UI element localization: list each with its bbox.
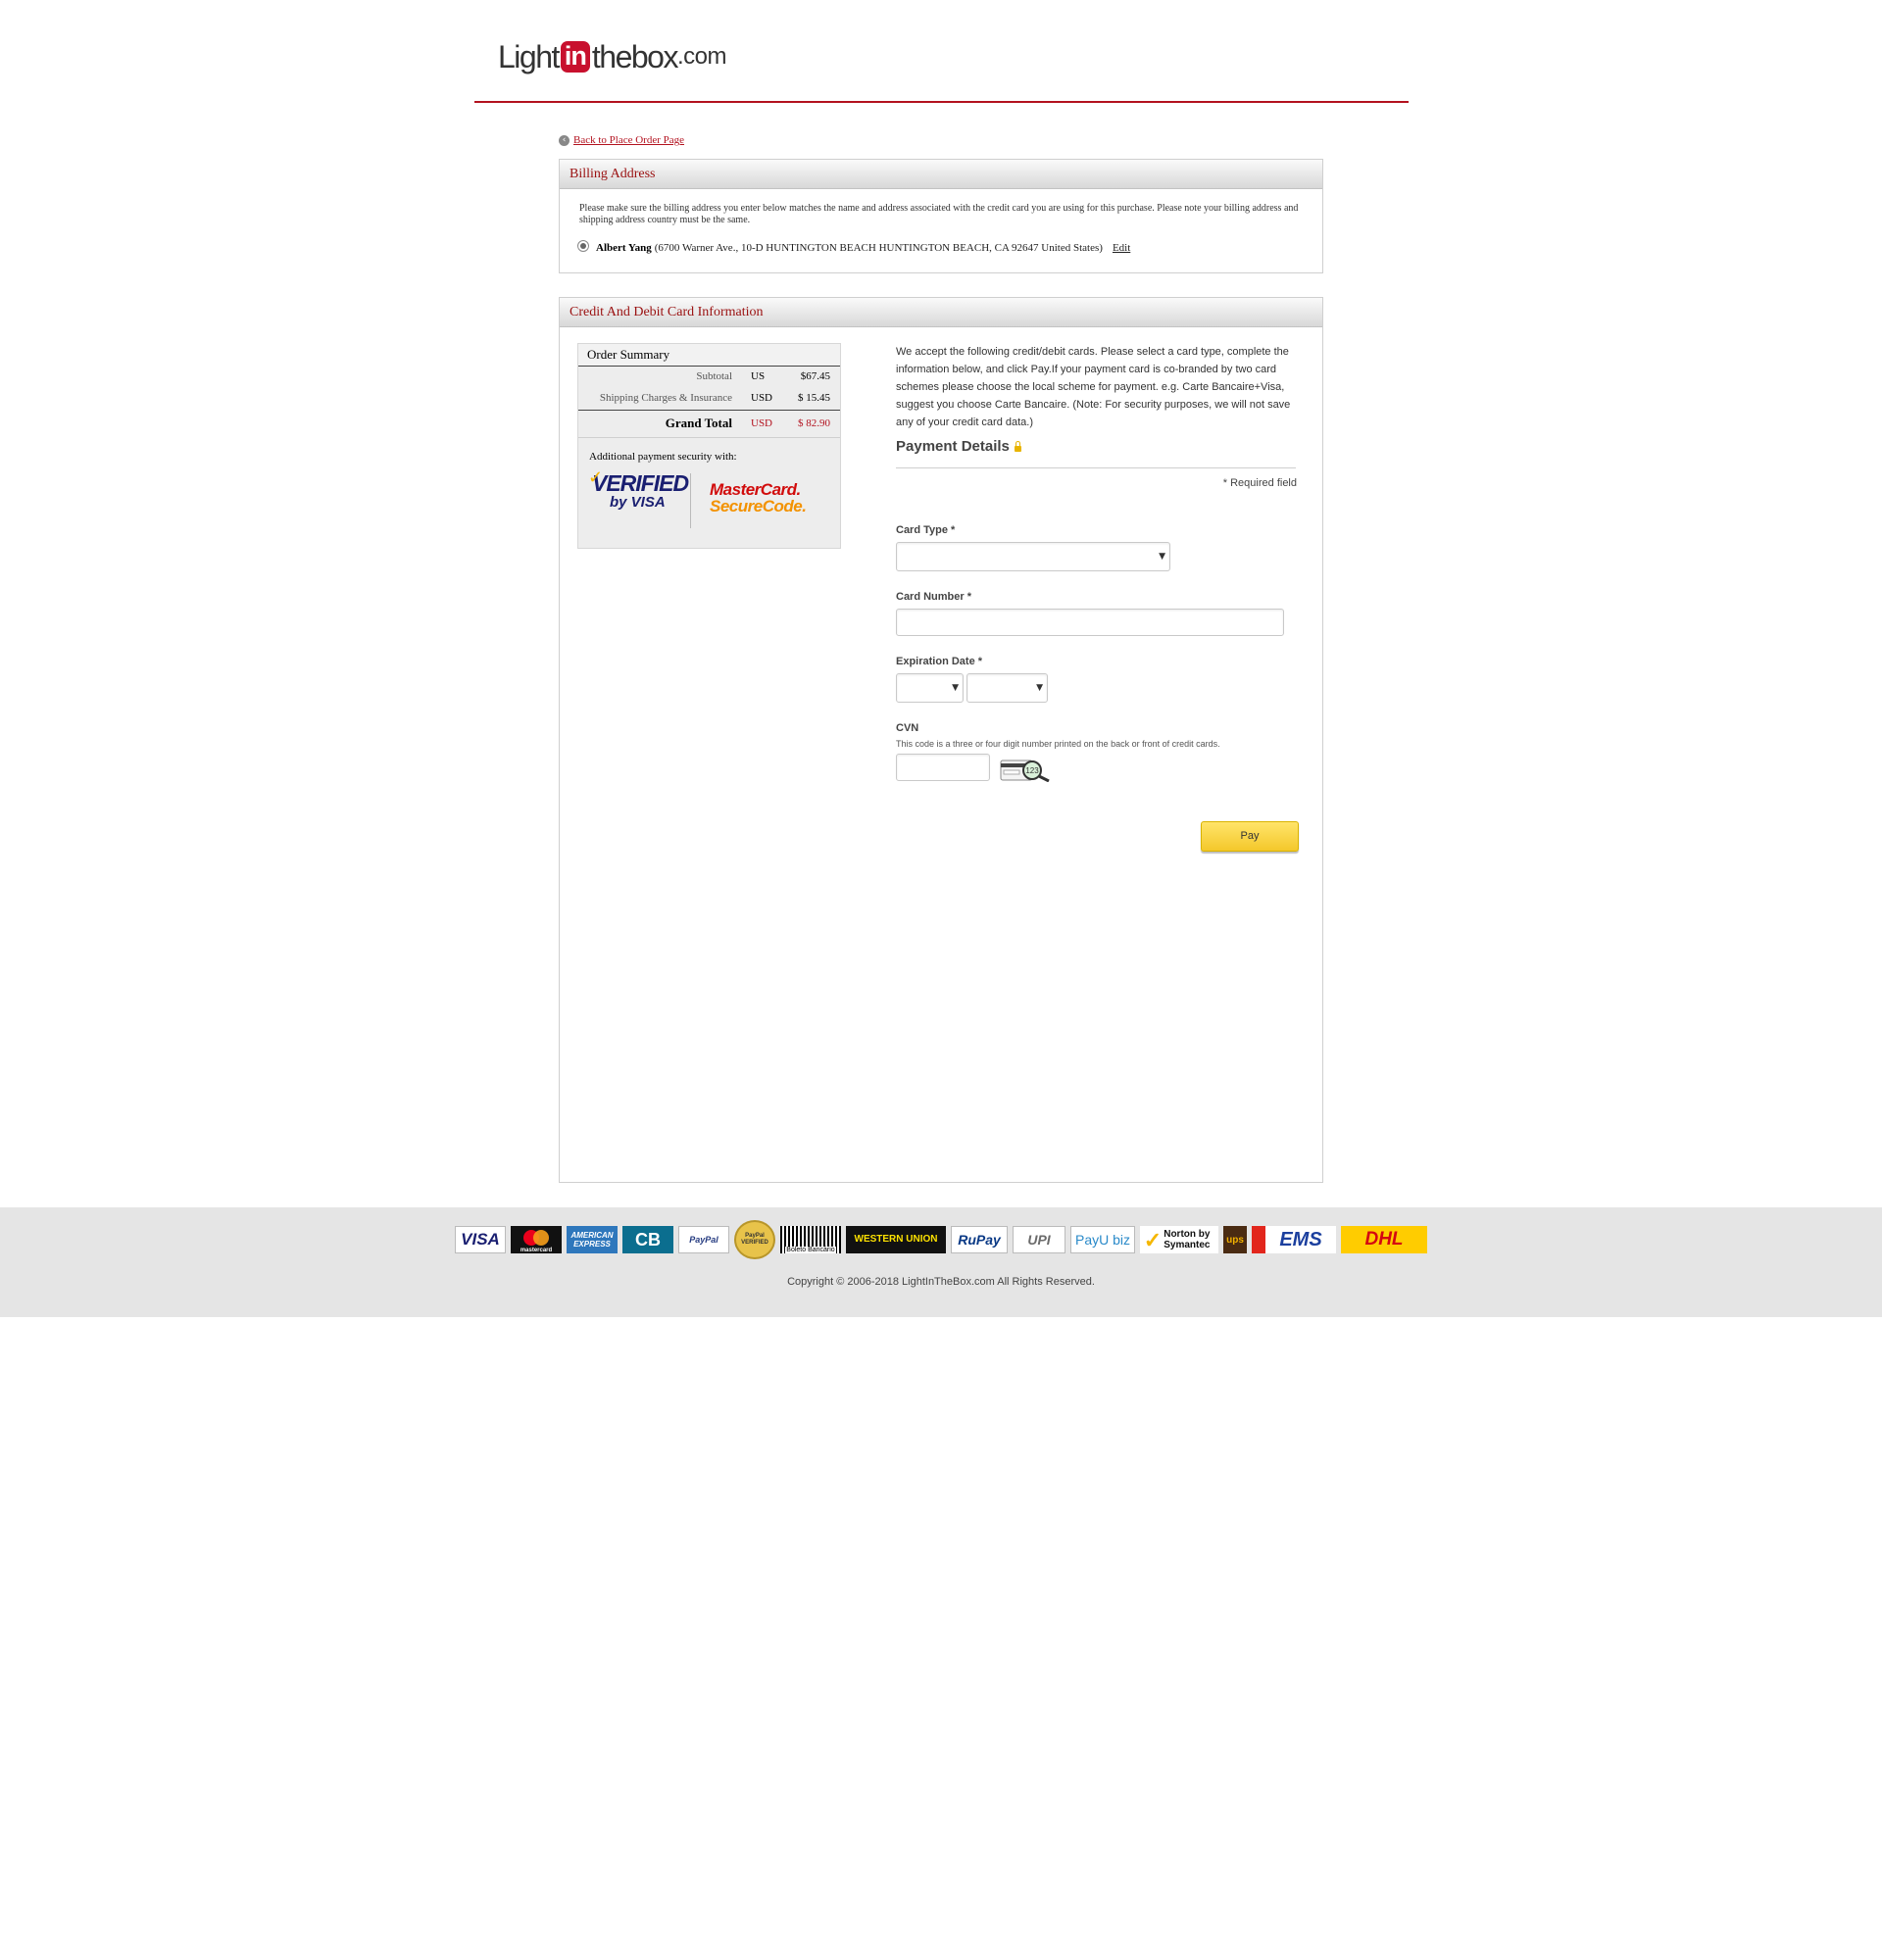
order-summary-title: Order Summary: [578, 344, 840, 367]
expiration-date-label: Expiration Date *: [896, 656, 983, 667]
chevron-down-icon: ▼: [952, 683, 959, 693]
footer: VISA mastercard AMERICAN EXPRESS CB PayP…: [0, 1207, 1882, 1317]
visa-logo: VISA: [455, 1226, 506, 1253]
payment-details-title: Payment Details: [896, 438, 1010, 455]
logo-text-light: Light: [498, 38, 560, 74]
payment-divider: [896, 467, 1296, 468]
payment-intro: We accept the following credit/debit car…: [896, 346, 1291, 428]
boleto-logo: Boleto Bancário: [780, 1226, 841, 1253]
shipping-value: $ 15.45: [798, 392, 830, 404]
cb-logo: CB: [622, 1226, 673, 1253]
lock-icon: [1014, 441, 1021, 452]
grand-total-label: Grand Total: [665, 416, 732, 430]
pay-button[interactable]: Pay: [1201, 821, 1299, 852]
billing-address-radio[interactable]: [577, 240, 589, 252]
grand-total-currency: USD: [751, 417, 773, 429]
billing-address-option: Albert Yang (6700 Warner Ave., 10-D HUNT…: [577, 240, 1130, 254]
ems-logo: EMS: [1252, 1226, 1336, 1253]
logo-separator: [690, 473, 691, 528]
norton-logo: ✓ Norton by Symantec: [1140, 1226, 1218, 1253]
subtotal-row: Subtotal US $67.45: [578, 370, 840, 390]
card-number-input[interactable]: [896, 609, 1284, 636]
cvn-icon-text: 123: [1025, 766, 1039, 775]
logo-text-in: in: [560, 41, 590, 73]
boleto-text: Boleto Bancário: [785, 1247, 836, 1253]
cvn-help-text: This code is a three or four digit numbe…: [896, 739, 1220, 749]
subtotal-currency: US: [751, 370, 766, 382]
shipping-currency: USD: [751, 392, 773, 404]
expiration-year-select[interactable]: ▼: [966, 673, 1048, 703]
billing-address-text: (6700 Warner Ave., 10-D HUNTINGTON BEACH…: [654, 242, 1103, 254]
card-number-label: Card Number *: [896, 591, 972, 603]
copyright-text: Copyright © 2006-2018 LightInTheBox.com …: [787, 1276, 1095, 1288]
mastercard-text: mastercard: [520, 1248, 553, 1253]
edit-address-link[interactable]: Edit: [1113, 242, 1130, 254]
subtotal-value: $67.45: [800, 370, 830, 382]
billing-address-title: Billing Address: [560, 160, 1322, 189]
dhl-logo: DHL: [1341, 1226, 1427, 1253]
site-logo[interactable]: Light in the box .com: [498, 29, 726, 84]
upi-logo: UPI: [1013, 1226, 1065, 1253]
logo-text-box: box: [630, 38, 679, 74]
shipping-row: Shipping Charges & Insurance USD $ 15.45: [578, 392, 840, 412]
logo-text-com: .com: [676, 43, 727, 70]
card-type-label: Card Type *: [896, 524, 956, 536]
payment-details-heading: Payment Details: [896, 438, 1021, 455]
mcsc-line2: SecureCode.: [710, 497, 807, 515]
mastercard-securecode-logo: MasterCard. SecureCode.: [710, 480, 807, 515]
verified-by-visa-logo: ✓ VERIFIED by VISA: [588, 468, 689, 512]
payment-shipping-logos: VISA mastercard AMERICAN EXPRESS CB PayP…: [455, 1220, 1427, 1259]
card-type-select[interactable]: ▼: [896, 542, 1170, 571]
expiration-month-select[interactable]: ▼: [896, 673, 964, 703]
paypal-verified-badge: PayPal VERIFIED: [734, 1220, 775, 1259]
payu-biz-logo: PayU biz: [1070, 1226, 1135, 1253]
ups-logo: ups: [1223, 1226, 1247, 1253]
logo-text-the: the: [591, 38, 632, 74]
grand-total-row: Grand Total USD $ 82.90: [578, 416, 840, 435]
mastercard-logo: mastercard: [511, 1226, 562, 1253]
back-arrow-icon: ‹: [559, 134, 570, 146]
chevron-down-icon: ▼: [1036, 683, 1043, 693]
mastercard-circles-icon: mastercard: [520, 1230, 553, 1253]
billing-note: Please make sure the billing address you…: [579, 203, 1299, 225]
grand-total-divider: [578, 437, 840, 438]
back-link-row: ‹ Back to Place Order Page: [559, 134, 684, 146]
billing-address-panel: Billing Address Please make sure the bil…: [559, 159, 1323, 273]
back-to-place-order-link[interactable]: Back to Place Order Page: [573, 134, 684, 146]
required-field-note: * Required field: [1222, 477, 1297, 489]
billing-name: Albert Yang: [596, 242, 652, 254]
cvn-input[interactable]: [896, 754, 990, 781]
vbv-line1: VERIFIED: [592, 470, 689, 496]
rupay-logo: RuPay: [951, 1226, 1008, 1253]
cvn-card-icon: 123: [1000, 760, 1050, 782]
shipping-label: Shipping Charges & Insurance: [599, 392, 732, 404]
norton-check-icon: ✓: [1143, 1227, 1163, 1252]
american-express-logo: AMERICAN EXPRESS: [567, 1226, 618, 1253]
grand-total-value: $ 82.90: [798, 417, 830, 429]
mcsc-line1: MasterCard.: [710, 480, 801, 499]
order-summary: Order Summary Subtotal US $67.45 Shippin…: [577, 343, 841, 549]
cvn-label: CVN: [896, 722, 919, 734]
subtotal-label: Subtotal: [696, 370, 732, 382]
checkmark-icon: ✓: [588, 467, 604, 487]
card-info-title: Credit And Debit Card Information: [560, 298, 1322, 327]
western-union-logo: WESTERN UNION: [846, 1226, 946, 1253]
summary-divider: [578, 410, 840, 411]
header-divider: [474, 101, 1409, 103]
security-text: Additional payment security with:: [589, 451, 737, 463]
paypal-logo: PayPal: [678, 1226, 729, 1253]
norton-text: Norton by Symantec: [1164, 1229, 1211, 1250]
card-info-panel: Credit And Debit Card Information Order …: [559, 297, 1323, 1183]
chevron-down-icon: ▼: [1159, 552, 1165, 562]
